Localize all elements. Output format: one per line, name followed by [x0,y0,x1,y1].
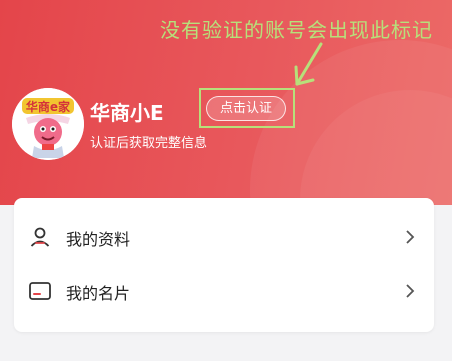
chevron-right-icon [406,230,415,244]
card-icon [29,282,51,300]
menu-item-my-card[interactable]: 我的名片 [14,264,434,318]
profile-header: 没有验证的账号会出现此标记 华商e家 华商小E 点击认证 认证后获取完整信息 [0,0,452,205]
person-icon [30,227,50,247]
avatar[interactable]: 华商e家 [12,88,84,160]
verify-button[interactable]: 点击认证 [206,96,286,121]
menu-item-label: 我的名片 [66,284,131,303]
annotation-arrow-icon [294,42,323,86]
mascot-avatar-icon: 华商e家 [12,88,84,160]
menu-item-my-profile[interactable]: 我的资料 [14,210,434,264]
menu-item-label: 我的资料 [66,230,131,249]
profile-name: 华商小E [90,101,164,125]
menu-card: 我的资料 我的名片 [14,198,434,332]
annotation-note: 没有验证的账号会出现此标记 [160,18,433,42]
profile-subtitle: 认证后获取完整信息 [90,136,208,151]
svg-text:华商e家: 华商e家 [26,99,71,114]
chevron-right-icon [406,284,415,298]
